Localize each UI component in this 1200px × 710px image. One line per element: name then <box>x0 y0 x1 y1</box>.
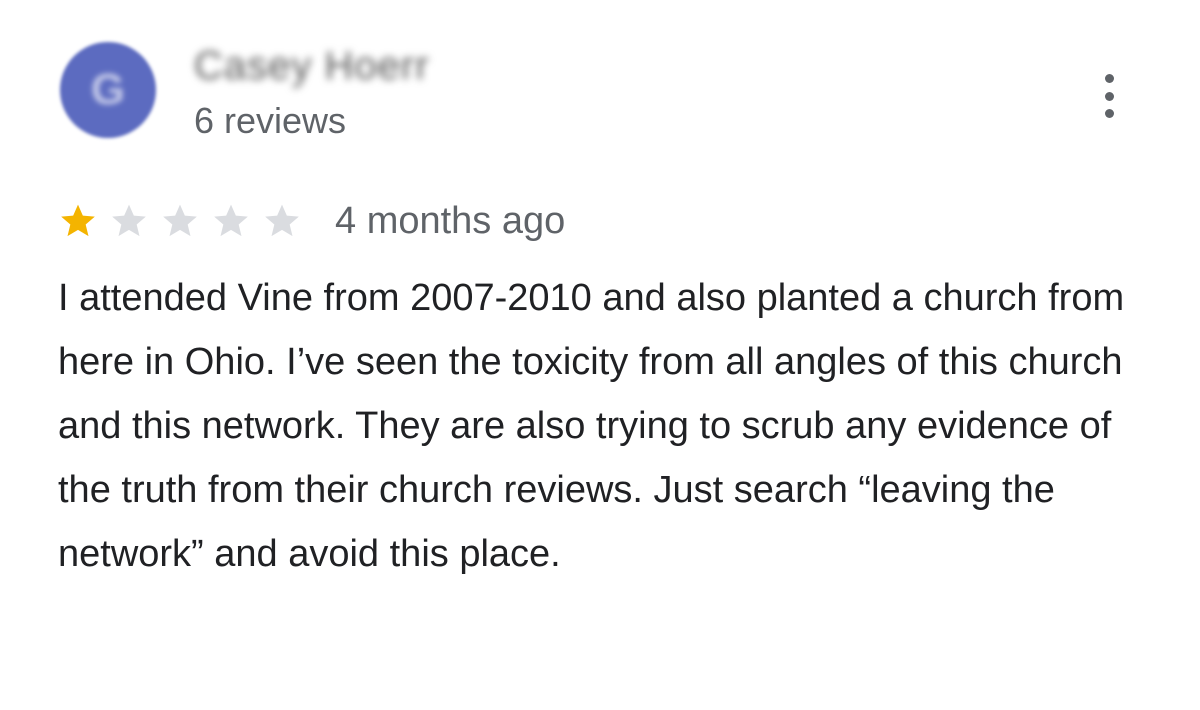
avatar-letter: G <box>90 65 126 114</box>
star-rating <box>58 201 313 241</box>
star-empty-icon <box>262 201 302 241</box>
more-vert-icon[interactable] <box>1094 74 1124 118</box>
avatar[interactable]: G <box>60 42 156 138</box>
star-empty-icon <box>160 201 200 241</box>
reviewer-name[interactable]: Casey Hoerr <box>194 44 430 89</box>
menu-dot <box>1104 109 1114 118</box>
review-card: G Casey Hoerr 6 reviews 4 months ago I a… <box>0 0 1200 710</box>
review-time: 4 months ago <box>335 199 566 242</box>
star-empty-icon <box>109 201 149 241</box>
reviewer-review-count: 6 reviews <box>194 100 347 141</box>
star-empty-icon <box>211 201 251 241</box>
rating-row: 4 months ago <box>58 196 565 246</box>
review-text: I attended Vine from 2007-2010 and also … <box>58 277 1125 575</box>
menu-dot <box>1104 91 1114 101</box>
star-filled-icon <box>58 201 98 241</box>
menu-dot <box>1104 74 1114 83</box>
